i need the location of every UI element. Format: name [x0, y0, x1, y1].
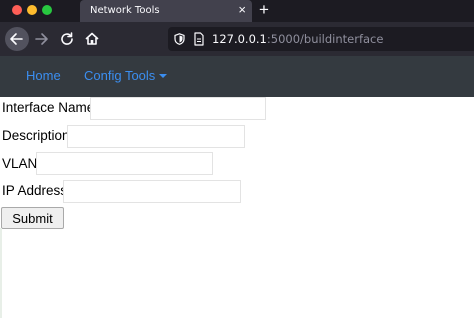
submit-button[interactable]: Submit: [1, 207, 64, 229]
nav-home-link[interactable]: Home: [26, 68, 61, 83]
vlan-input[interactable]: [36, 152, 213, 175]
site-navbar: Home Config Tools: [0, 56, 474, 97]
tab-close-icon[interactable]: ×: [238, 2, 246, 18]
description-input[interactable]: [67, 125, 245, 148]
arrow-right-icon: [35, 33, 48, 45]
minimize-window-button[interactable]: [27, 5, 37, 15]
new-tab-button[interactable]: +: [259, 0, 269, 20]
ip-address-label: IP Address: [2, 183, 68, 198]
description-label: Description: [2, 128, 70, 143]
home-icon: [85, 32, 99, 45]
nav-config-tools-label: Config Tools: [84, 68, 156, 83]
home-button[interactable]: [82, 27, 102, 51]
browser-tab-bar: Network Tools × +: [0, 0, 474, 22]
shield-icon[interactable]: [174, 33, 185, 45]
reload-button[interactable]: [57, 27, 77, 51]
arrow-left-icon: [10, 33, 23, 45]
url-host: 127.0.0.1: [212, 32, 267, 46]
browser-toolbar: 127.0.0.1:5000/buildinterface: [0, 22, 474, 56]
url-text[interactable]: 127.0.0.1:5000/buildinterface: [212, 32, 383, 46]
nav-config-tools-dropdown[interactable]: Config Tools: [84, 68, 168, 83]
page-info-icon[interactable]: [193, 32, 205, 46]
url-path: :5000/buildinterface: [266, 32, 384, 46]
page-edge-strip: [0, 228, 2, 318]
back-button[interactable]: [5, 27, 29, 51]
ip-address-input[interactable]: [63, 180, 241, 203]
zoom-window-button[interactable]: [42, 5, 52, 15]
forward-button[interactable]: [32, 27, 52, 51]
tab-title: Network Tools: [90, 5, 160, 16]
vlan-label: VLAN: [2, 156, 38, 171]
interface-name-input[interactable]: [90, 97, 266, 120]
address-bar[interactable]: 127.0.0.1:5000/buildinterface: [168, 27, 474, 51]
browser-tab-active[interactable]: Network Tools ×: [80, 0, 252, 22]
reload-icon: [61, 32, 73, 45]
caret-down-icon: [159, 74, 168, 78]
close-window-button[interactable]: [12, 5, 22, 15]
interface-name-label: Interface Name: [2, 100, 95, 115]
